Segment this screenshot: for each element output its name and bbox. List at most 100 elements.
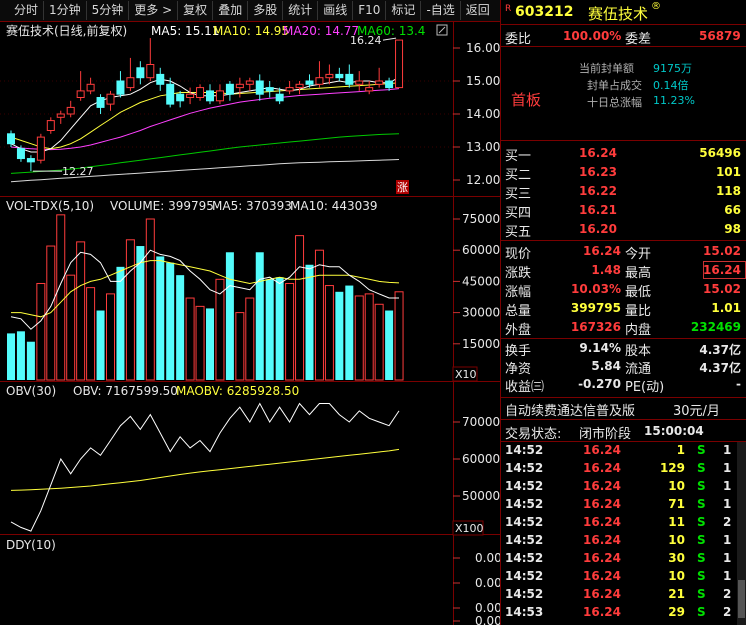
volume-bar[interactable] [116,266,125,380]
candle[interactable] [265,81,274,98]
volume-bar[interactable] [235,312,245,381]
volume-bar[interactable] [16,331,25,380]
candle[interactable] [96,94,105,114]
volume-bar[interactable] [314,249,324,381]
candle[interactable] [56,110,65,124]
volume-bar[interactable] [56,214,66,381]
volume-bar[interactable] [125,239,135,381]
candle[interactable] [345,64,354,88]
candle[interactable] [26,155,35,172]
candle[interactable] [196,84,205,101]
candle[interactable] [106,90,115,111]
volume-bar[interactable] [176,275,185,380]
candle[interactable] [225,81,234,101]
tab-intraday[interactable]: 分时 [0,1,45,20]
draw-line-button[interactable]: 画线 [318,1,354,20]
candle[interactable] [355,71,364,91]
candle[interactable] [215,84,224,105]
volume-bar[interactable] [255,252,264,380]
volume-bar[interactable] [145,218,155,381]
candle[interactable] [206,84,214,105]
volume-bar[interactable] [374,303,384,381]
candle[interactable] [295,81,304,95]
wei-bi-label: 委比 [505,32,532,47]
volume-bar[interactable] [385,310,394,380]
volume-bar[interactable] [225,252,234,380]
volume-bar[interactable] [66,274,76,381]
volume-bar[interactable] [185,297,195,381]
candle[interactable] [335,67,344,81]
volume-bar[interactable] [354,295,364,381]
candle[interactable] [315,61,324,88]
volume-bar[interactable] [76,241,86,381]
candle[interactable] [186,87,195,105]
volume-bar[interactable] [394,291,404,381]
volume-bar[interactable] [36,282,46,381]
stat-value: 15.02 [703,282,741,296]
volume-bars[interactable] [7,214,404,381]
candle[interactable] [126,57,135,91]
candle[interactable] [36,133,45,164]
candlesticks[interactable] [7,38,404,172]
tab-5min[interactable]: 5分钟 [87,1,130,20]
volume-bar[interactable] [364,293,374,381]
volume-bar[interactable] [86,287,96,381]
candle[interactable] [86,77,95,95]
promo-text[interactable]: 自动续费通达信普及版 [505,400,635,419]
candle[interactable] [116,71,125,98]
promo-price[interactable]: 30元/月 [673,400,720,419]
candle[interactable] [245,77,254,91]
candle[interactable] [156,67,165,91]
more-menu[interactable]: 更多 > [129,1,179,20]
volume-bar[interactable] [96,310,105,380]
volume-bar[interactable] [136,246,145,380]
tick-side: S [697,461,706,475]
volume-bar[interactable] [26,341,35,380]
volume-bar[interactable] [7,333,15,380]
volume-bar[interactable] [324,285,334,381]
candle[interactable] [146,38,155,81]
volume-bar[interactable] [335,291,344,380]
statistics-button[interactable]: 统计 [283,1,319,20]
volume-bar[interactable] [245,297,255,381]
tick-time: 14:52 [505,533,544,547]
candle[interactable] [255,74,264,101]
volume-bar[interactable] [345,285,354,380]
volume-bar[interactable] [285,282,295,381]
fundamental-label: 换手 [505,344,532,359]
expand-icon[interactable] [436,24,448,36]
fundamental-label: 净资 [505,362,532,377]
volume-bar[interactable] [156,256,165,380]
multi-stock-button[interactable]: 多股 [248,1,284,20]
candle[interactable] [235,77,244,98]
ten-day-gain-value: 11.23% [653,94,695,107]
candle[interactable] [365,81,374,95]
volume-bar[interactable] [265,279,274,380]
candle[interactable] [136,61,145,85]
volume-bar[interactable] [166,262,175,380]
adjust-button[interactable]: 复权 [178,1,214,20]
volume-bar[interactable] [206,308,214,380]
candle[interactable] [46,117,55,134]
volume-bar[interactable] [106,293,115,381]
candle[interactable] [395,39,404,89]
candle[interactable] [375,67,384,88]
candle[interactable] [285,81,294,95]
volume-bar[interactable] [275,277,284,380]
volume-bar[interactable] [295,235,305,381]
f10-button[interactable]: F10 [353,1,387,20]
candle[interactable] [325,64,334,85]
mark-button[interactable]: 标记 [386,1,422,20]
fundamental-value: 4.37亿 [699,361,741,375]
tab-1min[interactable]: 1分钟 [44,1,87,20]
tick-count: 1 [723,479,732,493]
back-button[interactable]: 返回 [461,1,495,20]
volume-bar[interactable] [195,305,205,381]
candle[interactable] [66,100,75,118]
candle[interactable] [76,71,85,101]
tick-scrollbar-thumb[interactable] [738,580,745,618]
overlay-button[interactable]: 叠加 [213,1,249,20]
remove-watchlist-button[interactable]: -自选 [421,1,461,20]
chart-area[interactable]: 赛伍技术(日线,前复权) MA5: 15.11 MA10: 14.95 MA20… [0,22,500,625]
volume-bar[interactable] [305,264,314,380]
